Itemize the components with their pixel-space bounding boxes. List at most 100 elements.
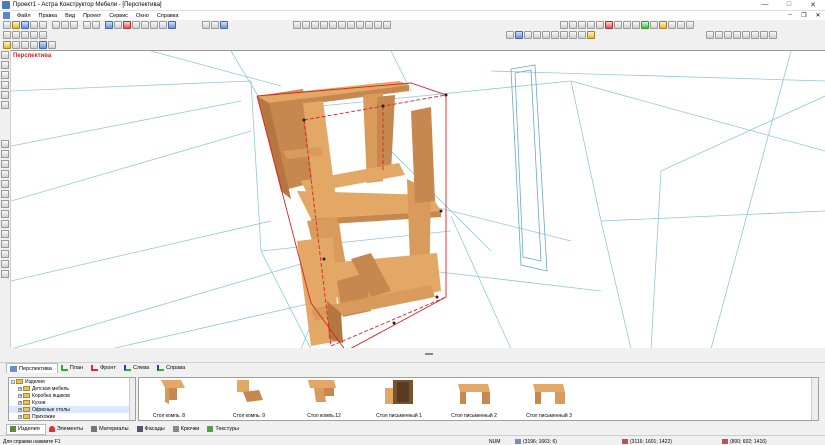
document-icon[interactable] (3, 12, 10, 19)
section-tool-icon[interactable] (1, 250, 9, 258)
ortho-icon[interactable] (569, 31, 577, 39)
print-preview-icon[interactable] (39, 21, 47, 29)
tab-facades[interactable]: Фасады (134, 424, 170, 435)
mirror-tool-icon[interactable] (1, 81, 9, 89)
panel-f-tool-icon[interactable] (1, 160, 9, 168)
tab-textures[interactable]: Текстуры (204, 424, 244, 435)
align-center-icon[interactable] (302, 21, 310, 29)
shelf-icon[interactable] (12, 41, 20, 49)
edge-icon[interactable] (48, 41, 56, 49)
panel-v-tool-icon[interactable] (1, 150, 9, 158)
align-middle-icon[interactable] (329, 21, 337, 29)
window-tile-icon[interactable] (706, 31, 714, 39)
zoom-all-icon[interactable] (587, 21, 595, 29)
lock-icon[interactable] (356, 21, 364, 29)
tree-expander[interactable]: + (18, 386, 22, 391)
snap-icon[interactable] (506, 31, 514, 39)
menu-service[interactable]: Сервис (105, 13, 132, 19)
door-icon[interactable] (30, 41, 38, 49)
camera-view-icon[interactable] (30, 31, 38, 39)
window-four-icon[interactable] (742, 31, 750, 39)
delete-tool-icon[interactable] (1, 101, 9, 109)
view-dims-icon[interactable] (677, 21, 685, 29)
gallery-item[interactable]: Стол письменный 2 (444, 378, 504, 420)
move-tool-icon[interactable] (1, 61, 9, 69)
render-tool-icon[interactable] (220, 21, 228, 29)
view-wire-icon[interactable] (632, 21, 640, 29)
mdi-minimize-button[interactable]: – (783, 12, 797, 19)
layer-icon[interactable] (587, 31, 595, 39)
ungroup-icon[interactable] (374, 21, 382, 29)
window-single-icon[interactable] (751, 31, 759, 39)
distribute-icon[interactable] (347, 21, 355, 29)
measure-icon[interactable] (578, 31, 586, 39)
open-folder-icon[interactable] (12, 21, 20, 29)
rotate-tool-icon[interactable] (211, 21, 219, 29)
zoom-out-icon[interactable] (569, 21, 577, 29)
window-split-h-icon[interactable] (724, 31, 732, 39)
properties-icon[interactable] (114, 21, 122, 29)
view-shadow-icon[interactable] (686, 21, 694, 29)
align-top-icon[interactable] (320, 21, 328, 29)
cut-icon[interactable] (52, 21, 60, 29)
tree-expander[interactable]: + (18, 414, 22, 419)
view-render-icon[interactable] (641, 21, 649, 29)
panel-splitter[interactable] (0, 348, 825, 362)
tree-item[interactable]: + Кухни (9, 399, 135, 406)
menu-edit[interactable]: Правка (35, 13, 62, 19)
tree-item[interactable]: + Коробка ящиков (9, 392, 135, 399)
tab-elements[interactable]: Элементы (46, 424, 88, 435)
tab-products[interactable]: Изделия (6, 423, 46, 435)
plant-tool-icon[interactable] (1, 210, 9, 218)
group-icon[interactable] (365, 21, 373, 29)
view-axes-icon[interactable] (668, 21, 676, 29)
menu-view[interactable]: Вид (61, 13, 79, 19)
print-icon[interactable] (30, 21, 38, 29)
section-view-icon[interactable] (39, 31, 47, 39)
menu-project[interactable]: Проект (79, 13, 105, 19)
gallery-item[interactable]: Стол письменный 1 (369, 378, 429, 420)
gallery-item[interactable]: Стол компь. 9 (219, 378, 279, 420)
pointer-tool-icon[interactable] (1, 51, 9, 59)
iso-view-icon[interactable] (3, 31, 11, 39)
gallery-item[interactable]: Стол компь.12 (294, 378, 354, 420)
pin-icon[interactable] (123, 21, 131, 29)
table-icon[interactable] (141, 21, 149, 29)
layers-tool-icon[interactable] (1, 260, 9, 268)
view-pan-icon[interactable] (614, 21, 622, 29)
menu-file[interactable]: Файл (13, 13, 35, 19)
copy-icon[interactable] (61, 21, 69, 29)
tree-item[interactable]: + Детская мебель (9, 385, 135, 392)
view-grid-icon[interactable] (623, 21, 631, 29)
profile-tool-icon[interactable] (1, 180, 9, 188)
light-view-icon[interactable] (21, 31, 29, 39)
scissors-icon[interactable] (132, 21, 140, 29)
sigma-icon[interactable] (150, 21, 158, 29)
curve-tool-icon[interactable] (1, 190, 9, 198)
paste-icon[interactable] (70, 21, 78, 29)
tab-handles[interactable]: Крючки (170, 424, 205, 435)
undo-icon[interactable] (83, 21, 91, 29)
mdi-restore-button[interactable]: ❐ (797, 12, 811, 19)
copy-tool-icon[interactable] (1, 71, 9, 79)
mdi-close-button[interactable]: ✕ (811, 12, 825, 19)
grid-toggle-icon[interactable] (560, 31, 568, 39)
drawer-icon[interactable] (21, 41, 29, 49)
window-close-all-icon[interactable] (769, 31, 777, 39)
tree-expander[interactable]: + (18, 407, 22, 412)
dimension-tool-icon[interactable] (1, 230, 9, 238)
menu-help[interactable]: Справка (153, 13, 183, 19)
hardware-tool-icon[interactable] (1, 200, 9, 208)
shade-view-icon[interactable] (12, 31, 20, 39)
tree-expander[interactable]: + (18, 393, 22, 398)
snap-grid-icon[interactable] (542, 31, 550, 39)
report-icon[interactable] (159, 21, 167, 29)
light-tool-icon[interactable] (1, 220, 9, 228)
tree-item[interactable]: + Прихожие (9, 413, 135, 420)
flip-icon[interactable] (383, 21, 391, 29)
snap-end-icon[interactable] (515, 31, 523, 39)
select-tool-icon[interactable] (202, 21, 210, 29)
minimize-button[interactable]: — (753, 1, 777, 9)
align-bottom-icon[interactable] (338, 21, 346, 29)
view-light-icon[interactable] (650, 21, 658, 29)
